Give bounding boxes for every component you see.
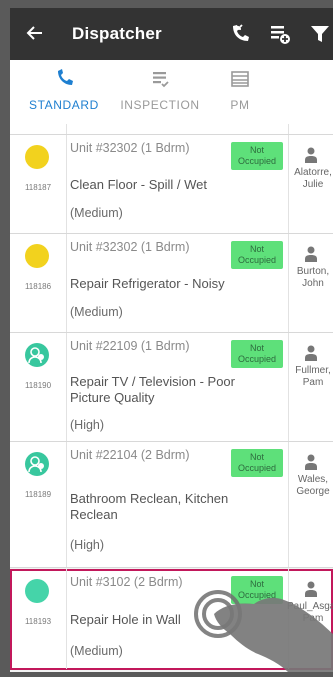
unit-label: Unit #22109 (1 Bdrm) bbox=[70, 339, 190, 353]
person-icon bbox=[304, 345, 318, 361]
row-right-gutter bbox=[288, 124, 333, 134]
occupancy-badge: Not Occupied bbox=[231, 340, 283, 368]
back-arrow-icon[interactable] bbox=[24, 22, 46, 44]
tab-inspection[interactable]: INSPECTION bbox=[112, 60, 208, 124]
person-icon bbox=[304, 147, 318, 163]
occupancy-badge: Not Occupied bbox=[231, 241, 283, 269]
priority-label: (High) bbox=[70, 538, 105, 552]
tab-label: PM bbox=[230, 98, 250, 112]
page-title: Dispatcher bbox=[72, 24, 162, 43]
work-order-id: 118186 bbox=[24, 282, 52, 291]
tab-pm[interactable]: PM bbox=[208, 60, 272, 124]
work-order-description: Repair Refrigerator - Noisy bbox=[70, 276, 225, 291]
phone-callback-icon[interactable] bbox=[228, 22, 252, 46]
status-dot-icon bbox=[25, 579, 49, 603]
priority-label: (Medium) bbox=[70, 644, 123, 658]
unit-label: Unit #22104 (2 Bdrm) bbox=[70, 448, 190, 462]
assignee-name: Alatorre, Julie bbox=[294, 167, 332, 190]
list-item[interactable]: 118189 Unit #22104 (2 Bdrm) Not Occupied… bbox=[10, 442, 333, 568]
resident-icon bbox=[25, 343, 49, 367]
assignee-name: Fullmer, Pam bbox=[295, 365, 331, 388]
row-right-gutter: Fullmer, Pam bbox=[288, 333, 333, 441]
tab-label: STANDARD bbox=[29, 98, 99, 112]
occupancy-badge: Not Occupied bbox=[231, 142, 283, 170]
phone-screen: Dispatcher STANDARD INSPECTION PM 118187… bbox=[10, 8, 333, 672]
row-left-gutter: 118190 bbox=[10, 333, 67, 441]
unit-label: Unit #3102 (2 Bdrm) bbox=[70, 575, 183, 589]
row-right-gutter: Alatorre, Julie bbox=[288, 135, 333, 233]
filter-icon[interactable] bbox=[308, 22, 332, 46]
checklist-icon bbox=[150, 69, 170, 89]
priority-label: (Medium) bbox=[70, 206, 123, 220]
work-order-description: Clean Floor - Spill / Wet bbox=[70, 177, 208, 192]
row-left-gutter bbox=[10, 124, 67, 134]
work-order-description: Repair TV / Television - Poor Picture Qu… bbox=[70, 374, 235, 405]
checklist-icon[interactable] bbox=[268, 22, 292, 46]
list-item[interactable]: 118187 Unit #32302 (1 Bdrm) Not Occupied… bbox=[10, 135, 333, 234]
assignee-name: Wales, George bbox=[296, 474, 330, 497]
list-item[interactable]: 118186 Unit #32302 (1 Bdrm) Not Occupied… bbox=[10, 234, 333, 333]
row-left-gutter: 118193 bbox=[10, 569, 67, 669]
resident-icon bbox=[25, 452, 49, 476]
unit-label: Unit #32302 (1 Bdrm) bbox=[70, 240, 190, 254]
work-order-id: 118187 bbox=[24, 183, 52, 192]
occupancy-badge: Not Occupied bbox=[231, 449, 283, 477]
list-item-partial bbox=[10, 124, 333, 135]
list-item[interactable]: 118190 Unit #22109 (1 Bdrm) Not Occupied… bbox=[10, 333, 333, 442]
app-bar: Dispatcher bbox=[10, 8, 333, 60]
priority-label: (Medium) bbox=[70, 305, 123, 319]
row-left-gutter: 118189 bbox=[10, 442, 67, 567]
work-order-description: Bathroom Reclean, Kitchen Reclean bbox=[70, 491, 229, 522]
unit-label: Unit #32302 (1 Bdrm) bbox=[70, 141, 190, 155]
tab-bar: STANDARD INSPECTION PM bbox=[10, 60, 333, 125]
row-right-gutter: Burton, John bbox=[288, 234, 333, 332]
work-order-id: 118189 bbox=[24, 490, 52, 499]
list-icon bbox=[230, 69, 250, 89]
row-left-gutter: 118186 bbox=[10, 234, 67, 332]
work-order-id: 118193 bbox=[24, 617, 52, 626]
person-icon bbox=[304, 454, 318, 470]
priority-label: (High) bbox=[70, 418, 105, 432]
status-dot-icon bbox=[25, 145, 49, 169]
row-left-gutter: 118187 bbox=[10, 135, 67, 233]
person-icon bbox=[304, 246, 318, 262]
assignee-name: Burton, John bbox=[296, 266, 330, 289]
work-order-id: 118190 bbox=[24, 381, 52, 390]
row-right-gutter: Wales, George bbox=[288, 442, 333, 567]
phone-icon bbox=[54, 69, 74, 89]
status-dot-icon bbox=[25, 244, 49, 268]
tab-label: INSPECTION bbox=[120, 98, 200, 112]
tab-standard[interactable]: STANDARD bbox=[10, 60, 118, 124]
tap-gesture-hand-icon bbox=[192, 584, 333, 672]
